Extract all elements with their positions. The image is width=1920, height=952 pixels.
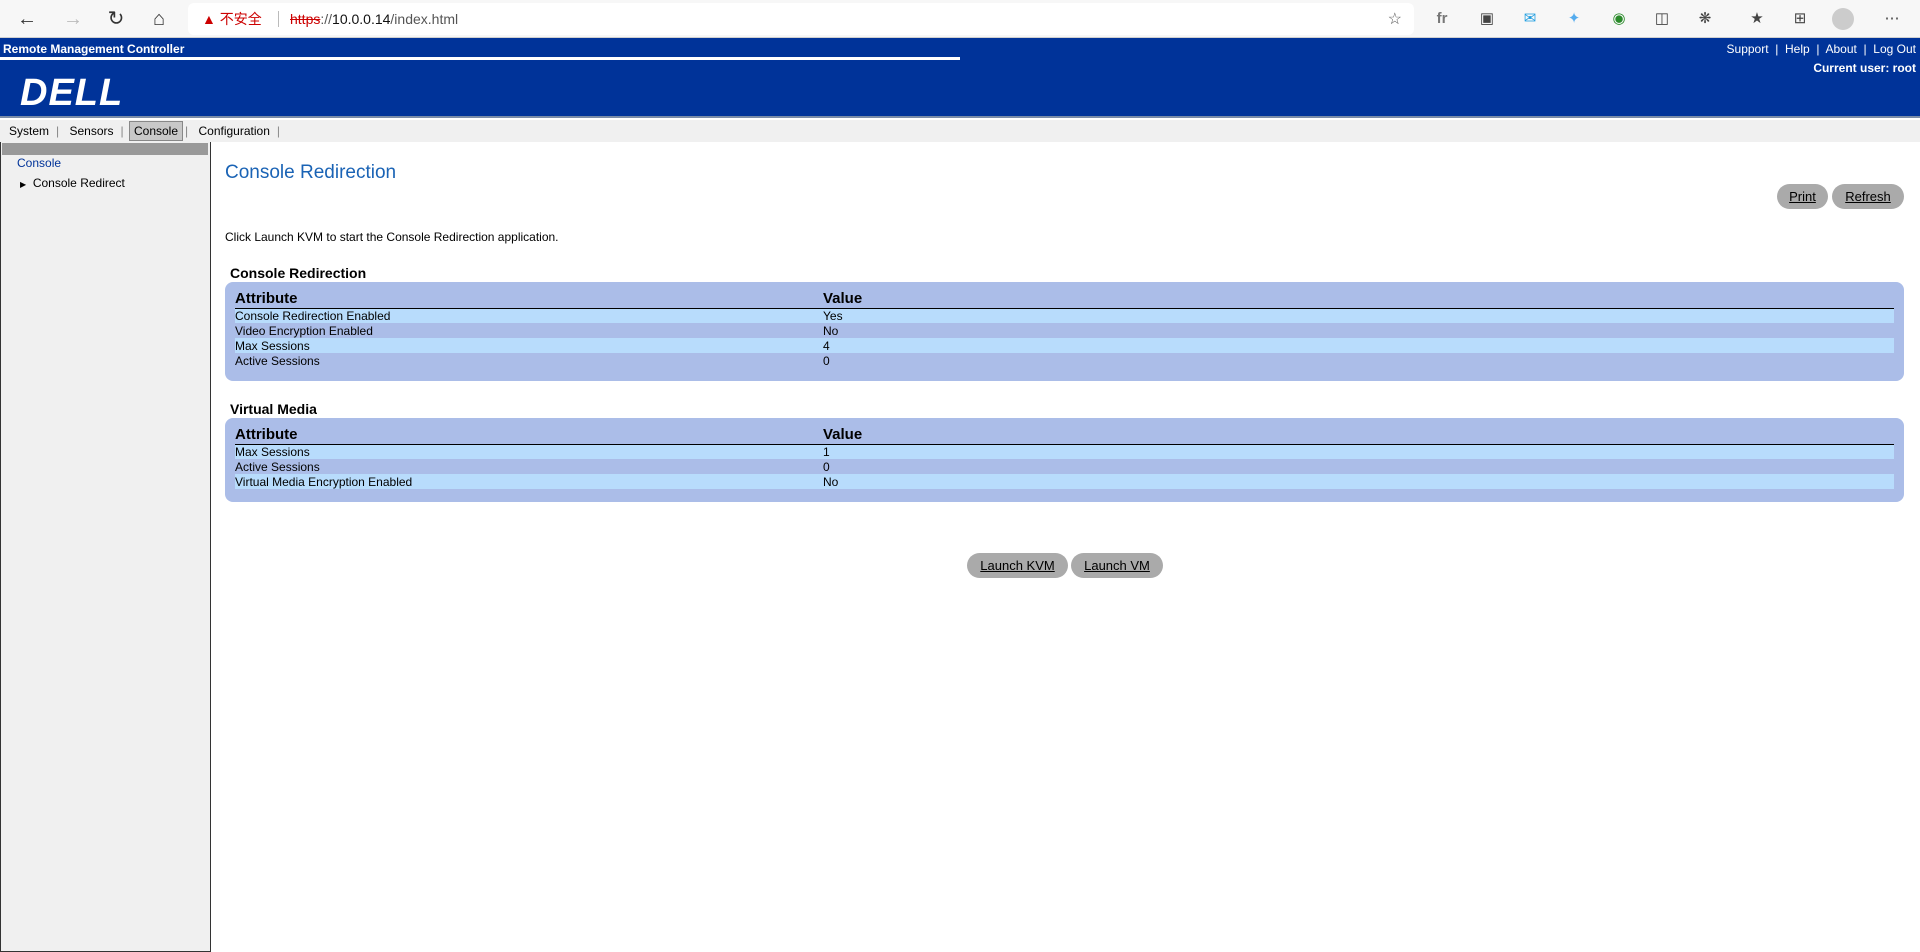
extensions-icon[interactable]: ❋ [1693,8,1717,30]
logout-link[interactable]: Log Out [1873,42,1916,56]
intro-text: Click Launch KVM to start the Console Re… [225,230,559,244]
refresh-button[interactable]: Refresh [1832,184,1904,209]
console-section-heading: Console Redirection [230,265,367,281]
tab-bar: System | Sensors | Console | Configuration | [0,120,1920,142]
vm-section-heading: Virtual Media [230,401,317,417]
not-secure-warning[interactable]: ▲ 不安全 [202,9,262,29]
tab-configuration[interactable]: Configuration [193,121,274,141]
table-row: Video Encryption Enabled No [235,323,839,338]
favorites-icon[interactable]: ★ [1745,8,1769,30]
support-link[interactable]: Support [1727,42,1769,56]
sidebar-item-console[interactable]: Console [17,156,61,170]
divider [278,11,279,27]
profile-avatar[interactable] [1832,8,1854,30]
column-header: Attribute [235,426,823,445]
table-row: Active Sessions 0 [235,353,830,368]
print-button[interactable]: Print [1777,184,1828,209]
bitwarden-icon[interactable]: ◫ [1650,8,1674,30]
console-table: Attribute Value Console Redirection Enabl… [235,290,1894,368]
sidebar [0,142,211,952]
home-icon[interactable]: ⌂ [146,6,172,32]
vm-table-box: Attribute Value Max Sessions 1 Active Sess… [225,418,1904,502]
tampermonkey-icon[interactable]: ▣ [1475,8,1499,30]
column-header: Value [823,290,1894,309]
vm-table: Attribute Value Max Sessions 1 Active Sess… [235,426,1894,489]
page-title: Console Redirection [225,162,397,183]
address-bar[interactable]: ▲ 不安全 https://10.0.0.14/index.html ☆ [188,3,1414,35]
browser-toolbar: ← → ↻ ⌂ ▲ 不安全 https://10.0.0.14/index.ht… [0,0,1920,38]
launch-kvm-button[interactable]: Launch KVM [967,553,1068,578]
reload-icon[interactable]: ↻ [103,6,129,32]
sidebar-header [2,143,208,155]
url-text[interactable]: https://10.0.0.14/index.html [290,11,458,27]
sidebar-item-console-redirect[interactable]: ▶ Console Redirect [20,176,125,190]
back-icon[interactable]: ← [14,6,40,32]
globe-icon[interactable]: ◉ [1607,8,1631,30]
launch-vm-button[interactable]: Launch VM [1071,553,1163,578]
forward-icon[interactable]: → [60,6,86,32]
table-row: Console Redirection Enabled Yes [235,308,1894,323]
tab-system[interactable]: System [4,121,54,141]
table-row: Virtual Media Encryption Enabled No [235,474,1894,489]
tab-sensors[interactable]: Sensors [64,121,118,141]
fr-extension-icon[interactable]: fr [1430,8,1454,30]
help-link[interactable]: Help [1785,42,1810,56]
table-row: Max Sessions 1 [235,444,1894,459]
current-user: Current user: root [1813,61,1916,75]
console-table-box: Attribute Value Console Redirection Enabl… [225,282,1904,381]
table-row: Max Sessions 4 [235,338,1894,353]
triangle-right-icon: ▶ [20,180,27,189]
tab-console[interactable]: Console [128,121,184,141]
more-icon[interactable]: ⋯ [1880,8,1904,30]
about-link[interactable]: About [1825,42,1856,56]
mail-extension-icon[interactable]: ✉ [1518,8,1542,30]
dell-logo: DELL [20,72,124,114]
twitter-icon[interactable]: ✦ [1562,8,1586,30]
column-header: Attribute [235,290,823,309]
add-favorite-icon[interactable]: ☆ [1388,9,1402,29]
collections-icon[interactable]: ⊞ [1788,8,1812,30]
column-header: Value [823,426,1894,445]
divider [0,57,960,60]
table-row: Active Sessions 0 [235,459,830,474]
product-title: Remote Management Controller [0,38,960,58]
top-links: Support | Help | About | Log Out [1726,42,1916,56]
